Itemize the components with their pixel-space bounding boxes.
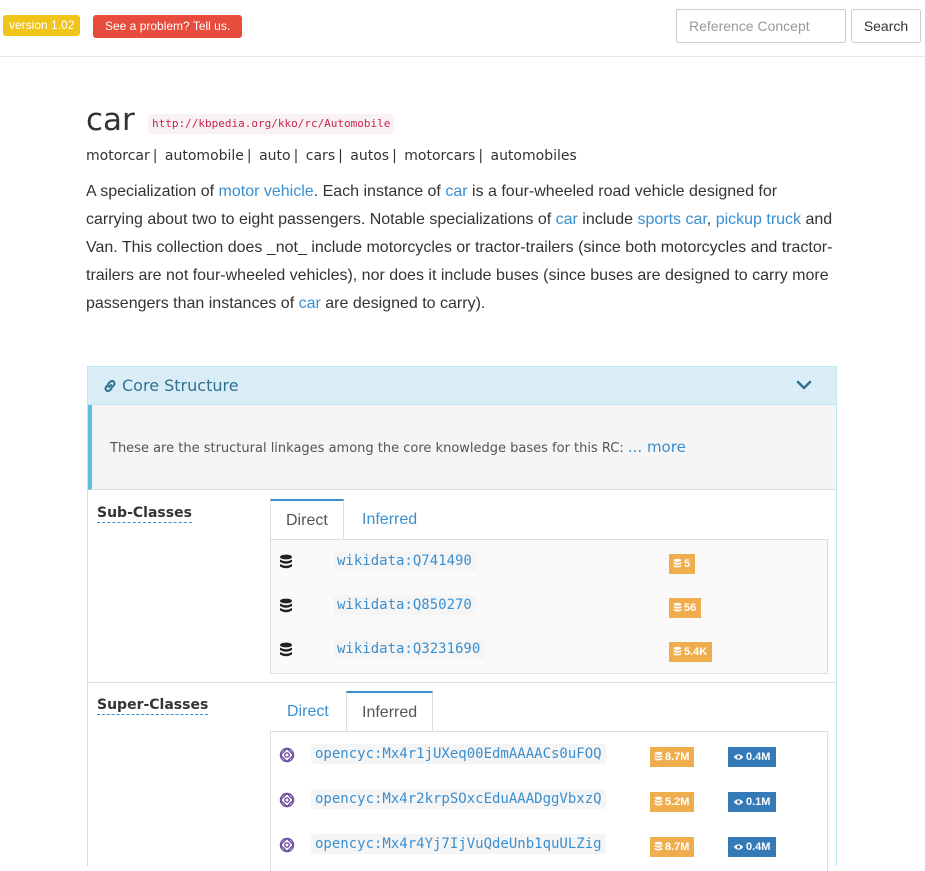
core-structure-heading[interactable]: Core Structure: [88, 367, 836, 405]
super-class-link[interactable]: opencyc:Mx4r1jUXeq00EdmAAAACs0uFOQ: [311, 744, 606, 764]
super-classes-list: opencyc:Mx4r1jUXeq00EdmAAAACs0uFOQ 8.7M …: [270, 731, 828, 871]
database-icon: [280, 642, 292, 657]
count-badge: 5.2M: [650, 792, 695, 812]
opencyc-icon: [279, 747, 295, 763]
section-divider: [88, 682, 836, 683]
intro-sentence: These are the structural linkages among …: [110, 441, 628, 456]
definition-text: ,: [706, 211, 716, 228]
database-icon: [280, 598, 292, 613]
search-button[interactable]: Search: [851, 9, 921, 43]
page-title: car: [86, 102, 135, 138]
database-icon: [673, 558, 682, 568]
tab-super-direct[interactable]: Direct: [272, 692, 344, 733]
search-input[interactable]: [676, 9, 846, 43]
report-problem-button[interactable]: See a problem? Tell us.: [93, 15, 243, 38]
eye-icon: [733, 754, 744, 760]
car-link[interactable]: car: [445, 183, 467, 200]
alt-label: automobiles: [490, 148, 577, 164]
definition-text: are designed to carry).: [320, 295, 486, 312]
definition-text: A specialization of: [86, 183, 219, 200]
concept-uri: http://kbpedia.org/kko/rc/Automobile: [148, 114, 395, 134]
alt-label: auto: [259, 148, 291, 164]
tab-sub-inferred[interactable]: Inferred: [347, 500, 432, 541]
sub-class-link[interactable]: wikidata:Q3231690: [333, 639, 485, 659]
panel-title: Core Structure: [122, 376, 239, 395]
chevron-down-icon[interactable]: [796, 379, 812, 391]
list-item: wikidata:Q741490 5: [271, 546, 827, 576]
count-value: 5.2M: [665, 796, 690, 808]
list-item: opencyc:Mx4r2krpSOxcEduAAADggVbxzQ 5.2M …: [271, 785, 827, 815]
car-link[interactable]: car: [556, 211, 578, 228]
intro-text: These are the structural linkages among …: [110, 438, 686, 456]
database-icon: [654, 751, 663, 761]
database-icon: [654, 841, 663, 851]
list-item: opencyc:Mx4r1jUXeq00EdmAAAACs0uFOQ 8.7M …: [271, 740, 827, 770]
car-link[interactable]: car: [299, 295, 321, 312]
motor-vehicle-link[interactable]: motor vehicle: [219, 183, 314, 200]
alt-labels: motorcar | automobile | auto | cars | autos |…: [86, 148, 577, 164]
database-icon: [673, 602, 682, 612]
alt-label: motorcar: [86, 148, 150, 164]
alt-label: motorcars: [404, 148, 476, 164]
count-value: 8.7M: [665, 751, 690, 763]
eye-icon: [733, 799, 744, 805]
database-icon: [654, 796, 663, 806]
list-item: wikidata:Q3231690 5.4K: [271, 634, 827, 664]
definition-text: include: [577, 211, 638, 228]
sub-class-link[interactable]: wikidata:Q741490: [333, 551, 476, 571]
view-value: 0.4M: [746, 751, 771, 763]
pickup-truck-link[interactable]: pickup truck: [716, 211, 801, 228]
count-badge: 8.7M: [650, 837, 695, 857]
super-class-link[interactable]: opencyc:Mx4r2krpSOxcEduAAADggVbxzQ: [311, 789, 606, 809]
sports-car-link[interactable]: sports car: [637, 211, 706, 228]
version-badge: version 1.02: [3, 15, 81, 36]
count-badge: 56: [669, 598, 702, 618]
opencyc-icon: [279, 792, 295, 808]
view-value: 0.4M: [746, 841, 771, 853]
super-classes-label[interactable]: Super-Classes: [97, 697, 209, 715]
count-badge: 8.7M: [650, 747, 695, 767]
alt-label: autos: [350, 148, 390, 164]
database-icon: [280, 554, 292, 569]
super-class-link[interactable]: opencyc:Mx4r4Yj7IjVuQdeUnb1quULZig: [311, 834, 606, 854]
link-icon: [104, 380, 116, 392]
count-badge: 5.4K: [669, 642, 713, 662]
list-item: opencyc:Mx4r4Yj7IjVuQdeUnb1quULZig 8.7M …: [271, 830, 827, 860]
sub-classes-list: wikidata:Q741490 5 wikidata:Q850270 56 w…: [270, 539, 828, 674]
database-icon: [673, 646, 682, 656]
view-badge: 0.1M: [728, 792, 777, 812]
count-value: 8.7M: [665, 841, 690, 853]
top-bar: version 1.02 See a problem? Tell us. Sea…: [0, 0, 925, 57]
sub-classes-label[interactable]: Sub-Classes: [97, 505, 192, 523]
core-structure-intro: These are the structural linkages among …: [88, 405, 836, 490]
definition-text: . Each instance of: [313, 183, 446, 200]
tab-super-inferred[interactable]: Inferred: [346, 691, 434, 732]
eye-icon: [733, 844, 744, 850]
core-structure-panel: Core Structure These are the structural …: [87, 366, 837, 871]
view-badge: 0.4M: [728, 747, 777, 767]
view-badge: 0.4M: [728, 837, 777, 857]
count-badge: 5: [669, 554, 696, 574]
more-link[interactable]: ... more: [628, 438, 686, 456]
tab-sub-direct[interactable]: Direct: [270, 499, 344, 540]
alt-label: cars: [305, 148, 336, 164]
alt-label: automobile: [164, 148, 244, 164]
opencyc-icon: [279, 837, 295, 853]
view-value: 0.1M: [746, 796, 771, 808]
sub-class-link[interactable]: wikidata:Q850270: [333, 595, 476, 615]
list-item: wikidata:Q850270 56: [271, 590, 827, 620]
count-value: 56: [684, 602, 697, 614]
concept-definition: A specialization of motor vehicle. Each …: [86, 178, 838, 318]
count-value: 5: [684, 558, 691, 570]
count-value: 5.4K: [684, 646, 708, 658]
